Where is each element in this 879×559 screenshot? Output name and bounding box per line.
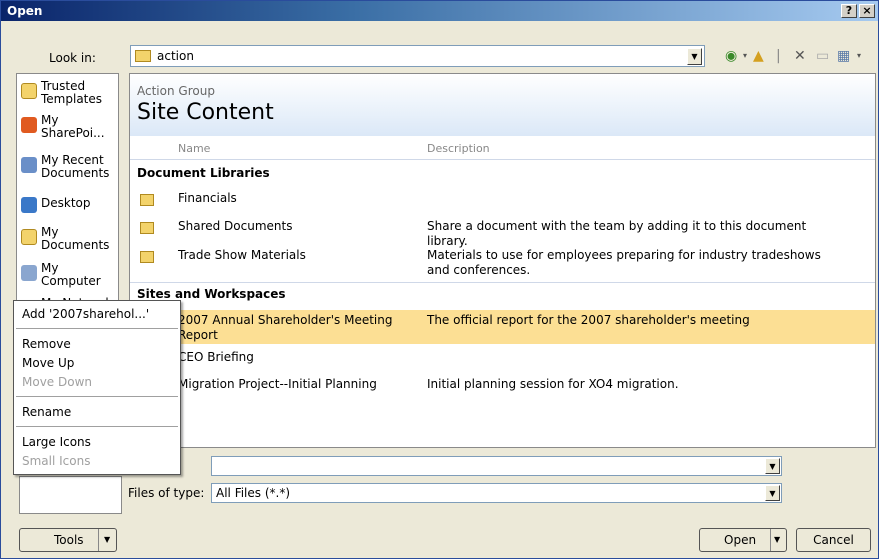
header-divider [130,159,875,160]
chevron-down-icon[interactable]: ▼ [765,485,780,501]
chevron-down-icon[interactable]: ▼ [687,48,702,65]
views-dropdown-icon[interactable]: ▾ [857,47,861,65]
menu-item-add[interactable]: Add '2007sharehol...' [22,305,149,323]
menu-item-large-icons[interactable]: Large Icons [22,433,91,451]
open-dialog: Open ? × Look in: action ▼ ◉ ▾ ▲ | ✕ ▭ ▦… [0,0,879,559]
window-title: Open [7,4,43,18]
files-of-type-label: Files of type: [128,486,205,500]
back-dropdown-icon[interactable]: ▾ [743,47,747,65]
chevron-down-icon[interactable]: ▼ [104,529,110,551]
my-documents-icon [21,229,37,245]
folder-icon [21,83,37,99]
menu-item-rename[interactable]: Rename [22,403,71,421]
menu-item-move-up[interactable]: Move Up [22,354,74,372]
help-button[interactable]: ? [841,4,857,18]
library-folder-icon [140,194,154,206]
split-divider [98,529,99,551]
section-sites-workspaces: Sites and Workspaces [137,287,286,301]
file-list: Action Group Site Content Name Descripti… [129,73,876,448]
desktop-icon [21,197,37,213]
menu-item-small-icons: Small Icons [22,454,91,468]
computer-icon [21,265,37,281]
list-item[interactable]: Shared Documents Share a document with t… [130,219,875,248]
chevron-down-icon[interactable]: ▼ [765,458,780,474]
files-of-type-select[interactable]: All Files (*.*) ▼ [211,483,782,503]
look-in-label: Look in: [49,51,96,65]
list-item[interactable]: Financials [130,191,875,211]
split-divider [770,529,771,551]
file-name-input[interactable]: ▼ [211,456,782,476]
site-title: Site Content [137,100,274,125]
back-icon[interactable]: ◉ [725,47,737,65]
places-lower-area [19,476,122,514]
menu-separator [16,426,178,427]
views-icon[interactable]: ▦ [837,47,850,65]
open-button[interactable]: Open ▼ [699,528,787,552]
menu-item-move-down: Move Down [22,375,92,389]
folder-icon [135,50,151,62]
list-item[interactable]: Trade Show Materials Materials to use fo… [130,248,875,280]
chevron-down-icon[interactable]: ▼ [774,529,780,551]
tools-button[interactable]: Tools ▼ [19,528,117,552]
section-divider [130,282,875,283]
list-item[interactable]: CEO Briefing [130,350,875,370]
menu-separator [16,328,178,329]
column-header-name[interactable]: Name [178,142,210,155]
column-header-description[interactable]: Description [427,142,490,155]
recent-documents-icon [21,157,37,173]
menu-separator [16,396,178,397]
title-bar: Open [1,1,878,21]
site-group: Action Group [137,84,215,98]
up-folder-icon[interactable]: ▲ [753,47,764,65]
section-document-libraries: Document Libraries [137,166,270,180]
context-menu: Add '2007sharehol...' Remove Move Up Mov… [13,300,181,475]
cancel-button[interactable]: Cancel [796,528,871,552]
new-folder-icon[interactable]: ▭ [816,47,829,65]
look-in-value: action [157,49,194,63]
toolbar-divider-icon: | [776,48,781,64]
site-banner: Action Group Site Content [130,74,875,136]
sharepoint-icon [21,117,37,133]
library-folder-icon [140,222,154,234]
delete-icon[interactable]: ✕ [794,47,806,65]
menu-item-remove[interactable]: Remove [22,335,71,353]
look-in-dropdown[interactable]: action ▼ [130,45,705,67]
list-item[interactable]: Migration Project--Initial Planning Init… [130,377,875,397]
library-folder-icon [140,251,154,263]
list-item-selected[interactable]: 2007 Annual Shareholder's Meeting Report… [130,310,875,344]
close-button[interactable]: × [859,4,875,18]
